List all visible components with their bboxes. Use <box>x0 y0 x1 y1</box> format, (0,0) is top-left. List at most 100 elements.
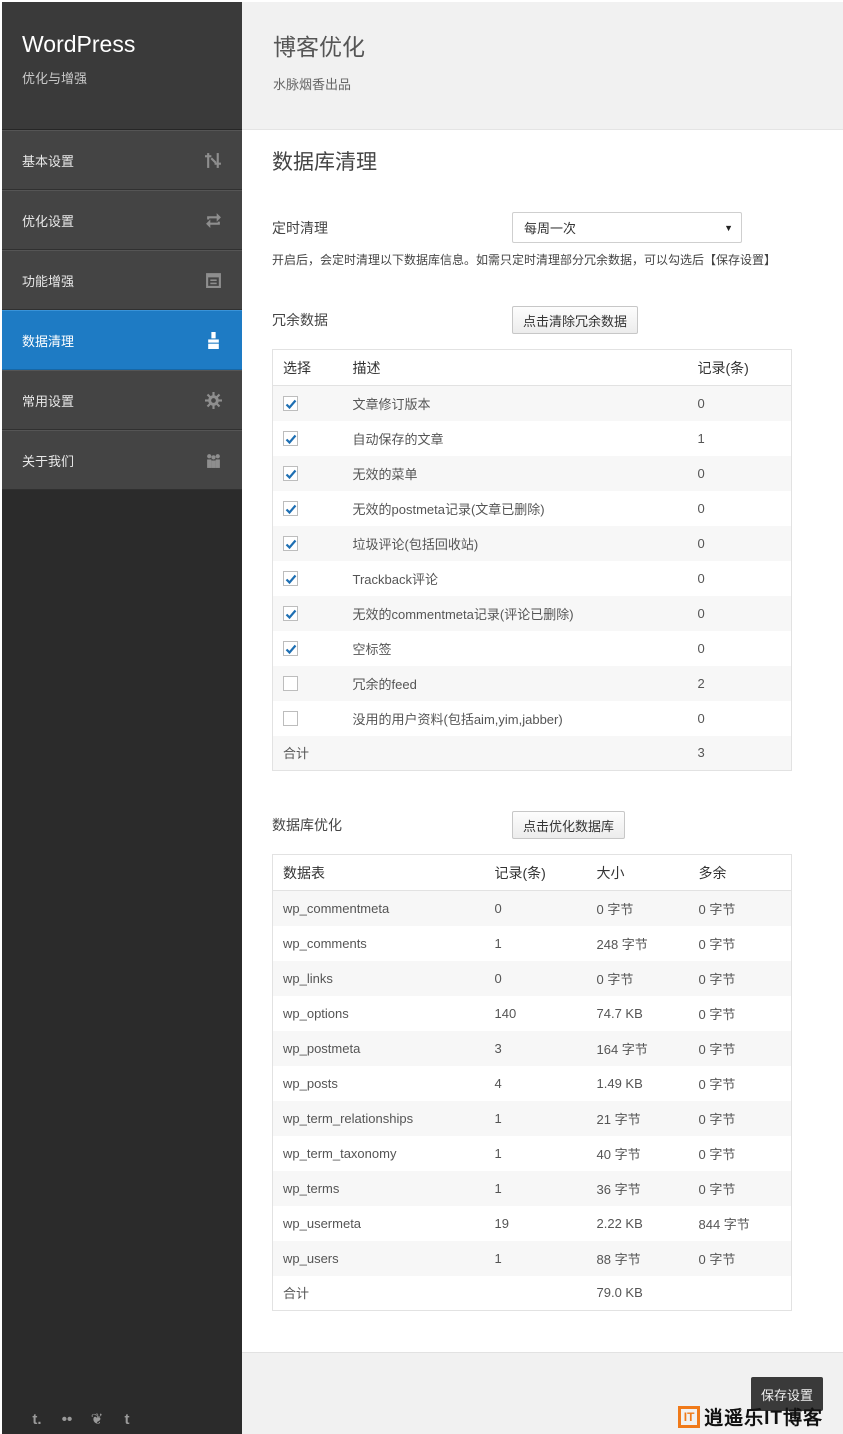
leaf-icon[interactable]: ❦ <box>89 1410 105 1428</box>
schedule-hint: 开启后，会定时清理以下数据库信息。如需只定时清理部分冗余数据，可以勾选后【保存设… <box>272 253 777 267</box>
table-row: 空标签 0 <box>273 631 792 666</box>
table-row: wp_postmeta 3 164 字节 0 字节 <box>272 1030 792 1066</box>
table-name-cell: wp_term_taxonomy <box>283 1145 397 1161</box>
table-name-cell: wp_commentmeta <box>272 890 485 926</box>
column-header: 多余 <box>688 854 792 891</box>
schedule-select[interactable]: 每周一次 ▼ <box>512 212 742 243</box>
redundant-label: 冗余数据 <box>272 312 328 328</box>
table-row: 没用的用户资料(包括aim,yim,jabber) 0 <box>273 701 792 736</box>
table-row: 无效的postmeta记录(文章已删除) 0 <box>273 491 792 526</box>
row-checkbox[interactable] <box>283 641 298 657</box>
description-cell: 无效的菜单 <box>342 455 688 491</box>
clear-redundant-button[interactable]: 点击清除冗余数据 <box>512 306 639 334</box>
table-name-cell: wp_links <box>272 960 485 996</box>
table-row: wp_links 0 0 字节 0 字节 <box>272 960 792 996</box>
select-cell <box>273 701 343 736</box>
select-cell <box>273 631 343 666</box>
select-cell <box>273 421 343 456</box>
row-checkbox[interactable] <box>283 396 298 412</box>
table-name-cell: wp_comments <box>283 935 367 951</box>
records-cell: 3 <box>484 1030 587 1066</box>
table-row: 垃圾评论(包括回收站) 0 <box>272 525 792 561</box>
size-cell: 74.7 KB <box>596 1005 643 1021</box>
table-row: Trackback评论 0 <box>273 561 792 596</box>
optimize-database-button[interactable]: 点击优化数据库 <box>512 811 626 839</box>
count-cell: 1 <box>697 430 705 446</box>
count-cell: 0 <box>687 385 792 421</box>
sidebar-item-basic-settings[interactable]: 基本设置 <box>2 130 242 190</box>
records-cell: 1 <box>484 1240 587 1276</box>
tumblr-icon[interactable]: t. <box>29 1410 45 1428</box>
row-checkbox[interactable] <box>283 466 298 482</box>
row-checkbox[interactable] <box>283 676 298 692</box>
select-cell <box>273 491 343 526</box>
size-cell: 1.49 KB <box>596 1075 643 1091</box>
row-checkbox[interactable] <box>283 501 298 517</box>
sidebar-item-common-settings[interactable]: 常用设置 <box>2 370 242 430</box>
sidebar-item-label: 优化设置 <box>22 213 75 229</box>
table-row: 无效的commentmeta记录(评论已删除) 0 <box>272 595 792 631</box>
overhead-cell: 0 字节 <box>698 1146 736 1162</box>
table-name-cell: wp_users <box>272 1240 485 1276</box>
row-checkbox[interactable] <box>283 571 298 587</box>
optimize-row: 数据库优化 点击优化数据库 <box>272 811 813 839</box>
overhead-cell: 0 字节 <box>688 960 792 996</box>
footer: 保存设置 IT 逍遥乐IT博客 <box>242 1352 843 1434</box>
table-name-cell: wp_terms <box>272 1170 485 1206</box>
twitter-icon[interactable]: t <box>119 1410 135 1428</box>
page-title: 博客优化 <box>273 34 365 60</box>
flickr-icon[interactable]: •• <box>59 1410 75 1428</box>
description-cell: 冗余的feed <box>342 665 688 701</box>
size-cell: 36 字节 <box>586 1170 689 1206</box>
table-row: wp_users 1 88 字节 0 字节 <box>272 1240 792 1276</box>
row-checkbox[interactable] <box>283 606 298 622</box>
sidebar-item-data-cleanup[interactable]: 数据清理 <box>2 310 242 370</box>
table-row: wp_posts 4 1.49 KB 0 字节 <box>273 1066 792 1101</box>
size-cell: 21 字节 <box>586 1100 689 1136</box>
size-cell: 2.22 KB <box>596 1215 643 1231</box>
count-cell: 0 <box>687 595 792 631</box>
table-row: wp_comments 1 248 字节 0 字节 <box>273 926 792 961</box>
count-cell: 0 <box>687 525 792 561</box>
table-row: wp_terms 1 36 字节 0 字节 <box>272 1170 792 1206</box>
broom-icon <box>204 331 222 349</box>
brand-title: WordPress <box>22 31 136 57</box>
table-row: wp_usermeta 19 2.22 KB 844 字节 <box>273 1206 792 1241</box>
social-links: t. •• ❦ t <box>29 1410 135 1429</box>
table-row: 冗余的feed 2 <box>272 665 792 701</box>
row-checkbox[interactable] <box>283 711 298 727</box>
column-header: 记录(条) <box>687 349 792 386</box>
records-cell: 0 <box>484 890 587 926</box>
column-header: 选择 <box>272 349 343 386</box>
total-overhead <box>689 1276 792 1311</box>
table-name-cell: wp_usermeta <box>283 1215 362 1231</box>
sidebar-item-optimize-settings[interactable]: 优化设置 <box>2 190 242 250</box>
table-row: 无效的菜单 0 <box>272 455 792 491</box>
tools-icon <box>204 151 222 169</box>
section-title: 数据库清理 <box>272 151 377 174</box>
size-cell: 40 字节 <box>596 1146 641 1162</box>
count-cell: 0 <box>697 570 705 586</box>
sidebar-item-feature-enhance[interactable]: 功能增强 <box>2 250 242 310</box>
size-cell: 248 字节 <box>596 936 648 952</box>
brand: WordPress 优化与增强 <box>2 2 242 130</box>
chevron-down-icon: ▼ <box>724 222 733 233</box>
main-content: 数据库清理 定时清理 每周一次 ▼ 开启后，会定时清理以下数据库信息。如需只定时… <box>242 130 843 1352</box>
row-checkbox[interactable] <box>283 536 298 552</box>
overhead-cell: 0 字节 <box>688 1170 792 1206</box>
sidebar-item-about-us[interactable]: 关于我们 <box>2 430 242 490</box>
description-cell: 自动保存的文章 <box>352 431 444 447</box>
size-cell: 164 字节 <box>586 1030 689 1066</box>
select-cell <box>272 385 343 421</box>
sidebar-item-label: 关于我们 <box>22 453 75 469</box>
table-row: 自动保存的文章 1 <box>273 421 792 456</box>
row-checkbox[interactable] <box>283 431 298 447</box>
count-cell: 0 <box>697 640 705 656</box>
sidebar-nav: 基本设置 优化设置 功能增强 数据清理 常用设置 关于我们 <box>2 130 242 490</box>
table-name-cell: wp_term_relationships <box>272 1100 485 1136</box>
schedule-label: 定时清理 <box>272 219 328 236</box>
size-cell: 0 字节 <box>586 890 689 926</box>
count-cell: 0 <box>697 500 705 516</box>
overhead-cell: 0 字节 <box>688 1030 792 1066</box>
select-cell <box>272 525 343 561</box>
